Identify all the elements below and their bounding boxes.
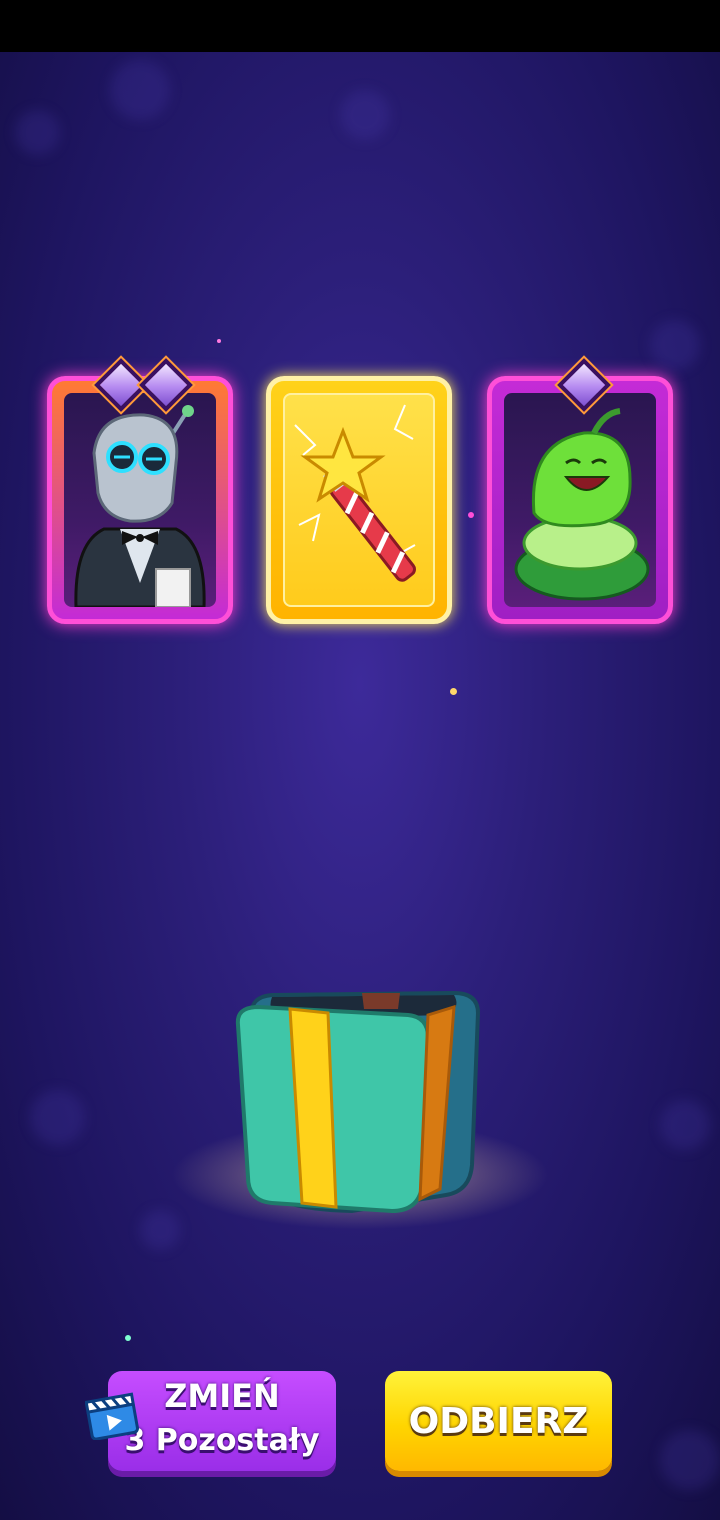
remaining-count-label: 3 Pozostały	[124, 1423, 320, 1458]
reward-card-robot[interactable]	[47, 376, 233, 624]
sparkle	[450, 688, 457, 695]
background-bokeh	[110, 60, 170, 120]
gift-chest-icon[interactable]	[232, 985, 484, 1217]
change-reward-button[interactable]: ZMIEŃ 3 Pozostały	[108, 1371, 336, 1471]
green-worm-icon	[514, 408, 650, 601]
magic-wand-icon	[294, 404, 416, 582]
collect-button[interactable]: ODBIERZ	[385, 1371, 612, 1471]
card-art-area	[64, 393, 216, 607]
background-bokeh	[660, 1100, 710, 1150]
reward-card-worm[interactable]	[487, 376, 673, 624]
background-bokeh	[660, 1430, 720, 1490]
background-bokeh	[140, 1210, 180, 1250]
background-bokeh	[30, 1090, 85, 1145]
background-bokeh	[340, 90, 390, 140]
change-button-label: ZMIEŃ	[164, 1377, 280, 1415]
sparkle	[125, 1335, 131, 1341]
card-art-area	[283, 393, 435, 607]
video-ad-icon	[85, 1392, 139, 1440]
reward-card-wand[interactable]	[266, 376, 452, 624]
sparkle	[217, 339, 221, 343]
card-art-area	[504, 393, 656, 607]
background-bokeh	[650, 320, 700, 370]
status-bar	[0, 0, 720, 52]
sparkle	[468, 512, 474, 518]
background-bokeh	[15, 110, 60, 155]
robot-waiter-icon	[74, 405, 206, 607]
